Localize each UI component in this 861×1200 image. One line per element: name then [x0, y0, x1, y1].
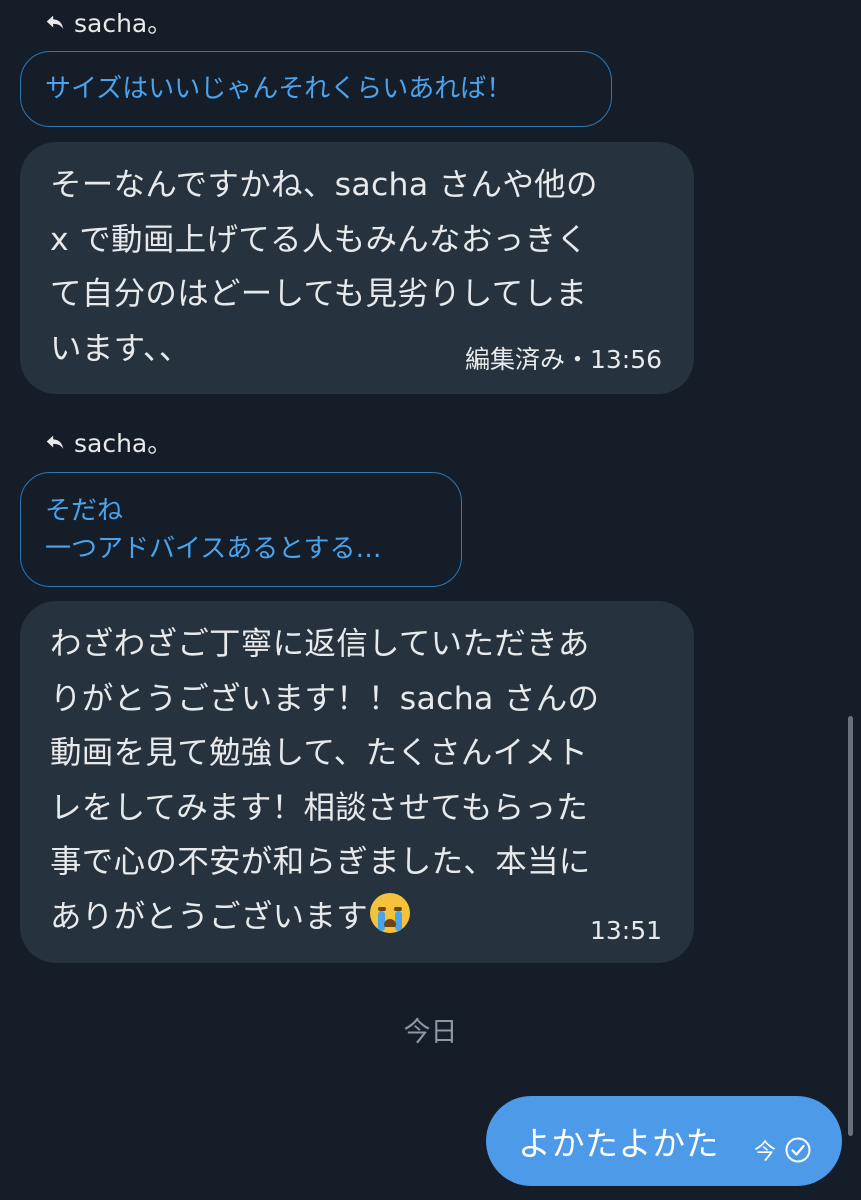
reply-header: sacha。: [44, 422, 172, 462]
date-separator: 今日: [403, 1017, 458, 1048]
quoted-message[interactable]: そだね 一つアドバイスあるとする…: [20, 472, 462, 587]
sent-check-icon: [784, 1136, 812, 1164]
message-line-text: ありがとうございます: [50, 898, 369, 935]
quoted-text-line: そだね: [45, 495, 124, 526]
message-line: x で動画上げてる人もみんなおっきく: [50, 221, 589, 258]
quoted-text: サイズはいいじゃんそれくらいあれば！: [45, 74, 513, 104]
incoming-message-bubble[interactable]: わざわざご丁寧に返信していただきあ りがとうございます！！sacha さんの 動…: [20, 601, 694, 963]
quoted-message[interactable]: サイズはいいじゃんそれくらいあれば！: [20, 51, 612, 127]
reply-to-name: sacha。: [74, 9, 173, 38]
message-line: 動画を見て勉強して、たくさんイメト: [50, 735, 589, 771]
message-text: わざわざご丁寧に返信していただきあ りがとうございます！！sacha さんの 動…: [50, 617, 664, 944]
message-line: そーなんですかね、sacha さんや他の: [50, 167, 598, 203]
message-line: レをしてみます！相談させてもらった: [50, 789, 589, 826]
message-line: わざわざご丁寧に返信していただきあ: [50, 626, 590, 662]
reply-to-name: sacha。: [74, 429, 173, 458]
message-timestamp: 編集済み・13:56: [464, 345, 662, 374]
reply-arrow-icon: [44, 431, 66, 453]
reply-header: sacha。: [44, 2, 172, 42]
outgoing-message-text: よかたよかた: [518, 1124, 719, 1163]
message-line: ありがとうございます: [50, 890, 664, 945]
message-line: 事で心の不安が和らぎました、本当に: [50, 844, 591, 880]
outgoing-message-time: 今: [753, 1140, 776, 1165]
quoted-text-line: 一つアドバイスあるとする…: [45, 533, 382, 564]
reply-arrow-icon: [44, 11, 66, 33]
message-timestamp: 13:51: [589, 916, 662, 945]
scrollbar-thumb[interactable]: [848, 716, 853, 1136]
loudly-crying-face-emoji: [370, 892, 411, 933]
message-line: りがとうございます！！sacha さんの: [50, 680, 600, 717]
outgoing-message-meta: 今: [754, 1134, 812, 1166]
message-line: て自分のはどーしても見劣りしてしま: [50, 276, 588, 312]
outgoing-message-bubble[interactable]: よかたよかた 今: [486, 1096, 842, 1186]
incoming-message-bubble[interactable]: そーなんですかね、sacha さんや他の x で動画上げてる人もみんなおっきく …: [20, 142, 694, 394]
